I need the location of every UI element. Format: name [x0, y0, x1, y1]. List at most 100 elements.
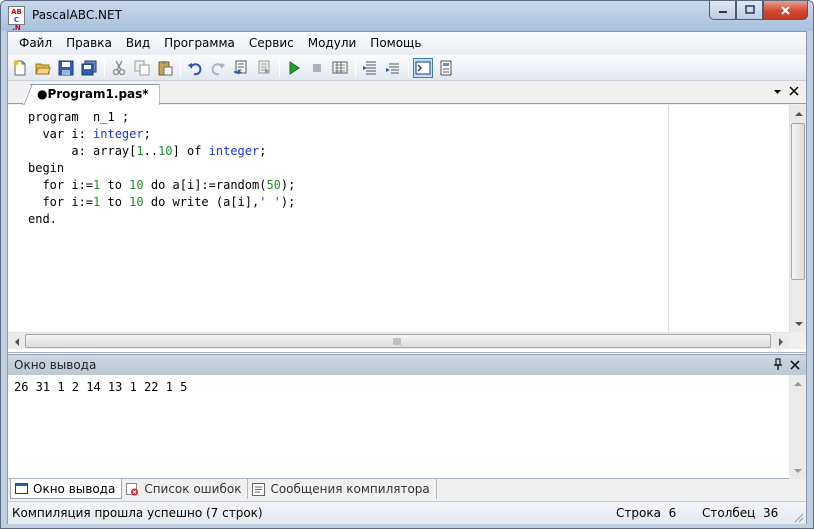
compiler-messages-icon	[252, 482, 266, 496]
code-line[interactable]: begin	[28, 160, 295, 177]
code-token: var i:	[28, 127, 94, 141]
code-line[interactable]: a: array[1..10] of integer;	[28, 143, 295, 160]
code-token: 10	[129, 178, 144, 192]
close-icon	[781, 5, 790, 15]
paste-button[interactable]	[155, 58, 175, 78]
right-margin-guide	[668, 105, 669, 332]
editor-vertical-scrollbar[interactable]	[789, 105, 806, 332]
code-token: do a[i]:=random(	[143, 178, 267, 192]
compile-button[interactable]	[231, 58, 251, 78]
code-token: 50	[266, 178, 281, 192]
code-token: );	[280, 178, 296, 192]
tab-list-button[interactable]	[769, 85, 785, 99]
menu-file[interactable]: Файл	[12, 32, 59, 54]
code-text[interactable]: program n_1 ; var i: integer; a: array[1…	[28, 109, 295, 228]
tab-compiler-messages-label: Сообщения компилятора	[270, 482, 430, 496]
pin-button[interactable]	[773, 358, 783, 374]
open-button[interactable]	[33, 58, 53, 78]
pascalabc-app-icon[interactable]: AB C .N	[8, 6, 25, 32]
code-token: ;	[143, 127, 151, 141]
arrow-up-icon	[794, 111, 803, 116]
output-panel-title: Окно вывода	[14, 358, 97, 372]
save-button[interactable]	[56, 58, 76, 78]
close-window-button[interactable]	[763, 1, 808, 20]
scrollbar-thumb[interactable]	[25, 334, 771, 348]
scroll-left-arrow[interactable]	[8, 333, 25, 350]
menu-bar: Файл Правка Вид Программа Сервис Модули …	[8, 32, 806, 54]
scroll-down-arrow[interactable]	[789, 462, 806, 479]
title-bar[interactable]: AB C .N PascalABC.NET	[1, 1, 813, 32]
client-area: Файл Правка Вид Программа Сервис Модули …	[7, 31, 807, 524]
toolbar	[8, 55, 806, 81]
code-editor[interactable]: program n_1 ; var i: integer; a: array[1…	[8, 105, 806, 353]
redo-button[interactable]	[208, 58, 228, 78]
maximize-button[interactable]	[736, 1, 763, 20]
scroll-up-arrow[interactable]	[789, 375, 806, 392]
scroll-right-arrow[interactable]	[772, 333, 789, 350]
resize-grip-icon[interactable]	[792, 511, 804, 523]
new-file-button[interactable]	[10, 58, 30, 78]
output-text: 26 31 1 2 14 13 1 22 1 5	[14, 380, 188, 394]
scrollbar-thumb[interactable]	[791, 123, 805, 280]
code-token: integer	[208, 144, 260, 158]
scroll-up-arrow[interactable]	[790, 105, 807, 122]
close-document-button[interactable]	[786, 85, 802, 99]
copy-icon	[134, 60, 150, 75]
build-button[interactable]	[254, 58, 274, 78]
form-designer-icon	[440, 60, 452, 75]
run-button[interactable]	[284, 58, 304, 78]
close-output-button[interactable]	[790, 359, 800, 373]
debug-button[interactable]	[330, 58, 350, 78]
undo-button[interactable]	[185, 58, 205, 78]
code-token: ' '	[259, 195, 281, 209]
close-icon	[790, 360, 800, 370]
row-label: Строка	[616, 506, 661, 520]
cursor-row: Строка 6	[616, 506, 676, 520]
minimize-icon	[718, 11, 727, 13]
tab-output-window[interactable]: Окно вывода	[10, 479, 123, 499]
scroll-down-arrow[interactable]	[790, 315, 807, 332]
minimize-button[interactable]	[709, 1, 736, 20]
output-vertical-scrollbar[interactable]	[789, 375, 806, 479]
new-file-icon	[13, 60, 26, 75]
code-line[interactable]: program n_1 ;	[28, 109, 295, 126]
code-token: a: array[	[28, 144, 137, 158]
step-over-button[interactable]	[383, 58, 403, 78]
undo-icon	[188, 62, 202, 75]
menu-program[interactable]: Программа	[157, 32, 242, 54]
tab-error-list[interactable]: Список ошибок	[122, 479, 249, 499]
grip-icon	[393, 338, 401, 345]
document-tab-strip: ●Program1.pas*	[8, 82, 806, 105]
column-value: 36	[762, 506, 779, 520]
code-line[interactable]: var i: integer;	[28, 126, 295, 143]
menu-modules[interactable]: Модули	[301, 32, 364, 54]
code-line[interactable]: for i:=1 to 10 do a[i]:=random(50);	[28, 177, 295, 194]
menu-help[interactable]: Помощь	[363, 32, 428, 54]
form-designer-button[interactable]	[436, 58, 456, 78]
close-icon	[789, 86, 799, 96]
toolbar-separator	[180, 58, 181, 77]
code-token: );	[280, 195, 296, 209]
save-all-button[interactable]	[79, 58, 99, 78]
code-line[interactable]: end.	[28, 211, 295, 228]
step-into-button[interactable]	[360, 58, 380, 78]
code-token: end.	[28, 212, 57, 226]
tab-compiler-messages[interactable]: Сообщения компилятора	[248, 479, 437, 499]
copy-button[interactable]	[132, 58, 152, 78]
menu-view[interactable]: Вид	[119, 32, 157, 54]
step-into-icon	[363, 61, 376, 74]
app-window: AB C .N PascalABC.NET Файл Правка Вид Прог…	[0, 0, 814, 529]
editor-horizontal-scrollbar[interactable]	[8, 332, 789, 349]
output-panel[interactable]: 26 31 1 2 14 13 1 22 1 5	[8, 375, 806, 479]
document-tab[interactable]: ●Program1.pas*	[22, 84, 160, 105]
output-window-button[interactable]	[413, 57, 433, 78]
stop-icon	[313, 63, 321, 72]
code-line[interactable]: for i:=1 to 10 do write (a[i],' ');	[28, 194, 295, 211]
window-controls	[709, 1, 808, 21]
menu-edit[interactable]: Правка	[59, 32, 119, 54]
menu-service[interactable]: Сервис	[242, 32, 301, 54]
cut-button[interactable]	[109, 58, 129, 78]
arrow-down-icon	[794, 321, 803, 326]
stop-button[interactable]	[307, 58, 327, 78]
code-token: begin	[28, 161, 65, 175]
